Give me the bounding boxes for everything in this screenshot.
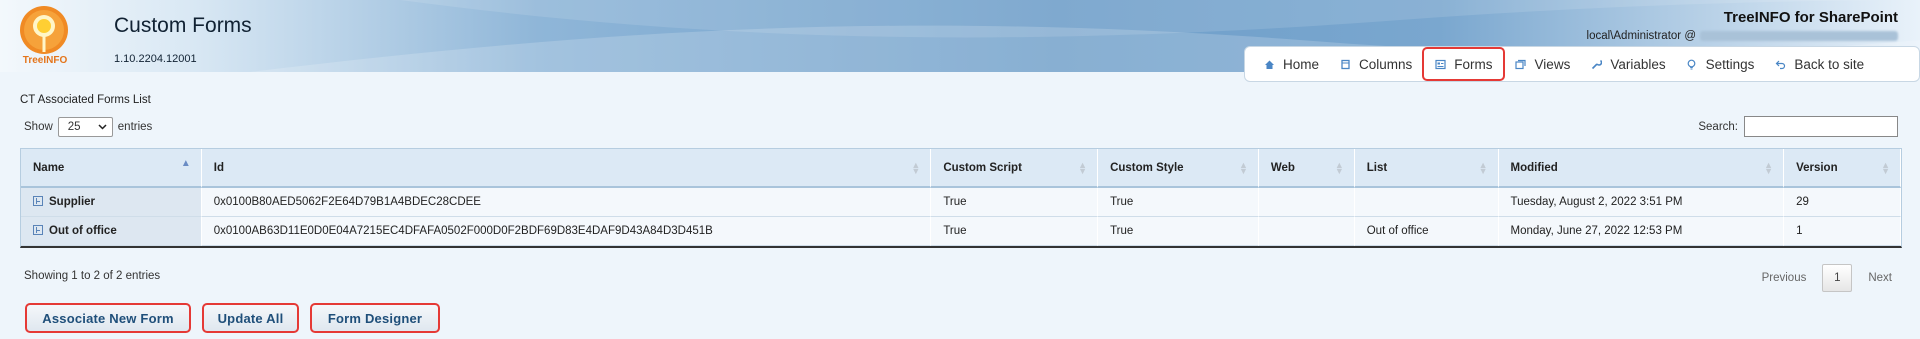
nav-variables[interactable]: Variables (1580, 48, 1675, 80)
column-header-web[interactable]: Web ▲ ▼ (1258, 149, 1355, 188)
nav-views[interactable]: Views (1505, 48, 1581, 80)
top-nav: Home Columns Forms Views Variables Setti… (1244, 46, 1920, 82)
sort-icon: ▲ ▼ (1764, 160, 1774, 176)
user-name: local\Administrator @ (1586, 30, 1696, 42)
forms-icon (1434, 58, 1446, 70)
column-header-custom-style[interactable]: Custom Style ▲ ▼ (1098, 149, 1259, 188)
list-title: CT Associated Forms List (20, 94, 151, 106)
cell-custom-script: True (931, 188, 1099, 217)
nav-label: Forms (1454, 56, 1493, 72)
expand-icon[interactable] (33, 225, 43, 235)
cell-name[interactable]: Supplier (21, 188, 202, 217)
sort-icon: ▲ ▼ (911, 160, 921, 176)
column-header-modified[interactable]: Modified ▲ ▼ (1498, 149, 1785, 188)
nav-settings[interactable]: Settings (1676, 48, 1765, 80)
column-header-id[interactable]: Id ▲ ▼ (201, 149, 932, 188)
cell-version: 1 (1784, 217, 1901, 246)
cell-version: 29 (1784, 188, 1901, 217)
cell-id: 0x0100AB63D11E0D0E04A7215EC4DFAFA0502F00… (201, 217, 932, 246)
previous-button[interactable]: Previous (1756, 272, 1813, 284)
chevron-down-icon (98, 121, 107, 133)
sort-icon: ▲ ▼ (1881, 160, 1890, 176)
sort-icon: ▲ ▼ (1478, 160, 1488, 176)
columns-icon (1339, 58, 1351, 70)
sort-icon: ▲ ▼ (1334, 160, 1344, 176)
table-info: Showing 1 to 2 of 2 entries (24, 270, 161, 282)
product-name: TreeINFO for SharePoint (1723, 9, 1898, 26)
current-user: local\Administrator @ (1587, 30, 1898, 42)
cell-modified: Monday, June 27, 2022 12:53 PM (1498, 217, 1785, 246)
sort-icon: ▲ ▼ (1078, 160, 1088, 176)
entries-select[interactable]: 25 (57, 117, 113, 137)
nav-label: Back to site (1794, 56, 1865, 72)
nav-back-to-site[interactable]: Back to site (1764, 48, 1874, 80)
entries-label: entries (117, 121, 153, 133)
cell-id: 0x0100B80AED5062F2E64D79B1A4BDEC28CDEE (201, 188, 932, 217)
forms-table: Name ▲ Id ▲ ▼ Custom Script ▲ ▼ Custom Style ▲… (20, 148, 1902, 248)
cell-name[interactable]: Out of office (21, 217, 202, 246)
search-control: Search: (1698, 116, 1898, 137)
table-row[interactable]: Out of office 0x0100AB63D11E0D0E04A7215E… (21, 217, 1901, 246)
table-row[interactable]: Supplier 0x0100B80AED5062F2E64D79B1A4BDE… (21, 188, 1901, 217)
table-header-row: Name ▲ Id ▲ ▼ Custom Script ▲ ▼ Custom Style ▲… (21, 149, 1901, 188)
search-input[interactable] (1744, 116, 1898, 137)
nav-columns[interactable]: Columns (1329, 48, 1422, 80)
redacted-site-url (1700, 31, 1898, 41)
show-label: Show (24, 121, 53, 133)
associate-new-form-button[interactable]: Associate New Form (25, 303, 191, 333)
expand-icon[interactable] (33, 196, 43, 206)
page-title: Custom Forms (114, 14, 252, 37)
column-header-list[interactable]: List ▲ ▼ (1354, 149, 1499, 188)
search-label: Search: (1698, 120, 1738, 133)
home-icon (1263, 58, 1275, 70)
nav-label: Variables (1610, 56, 1666, 72)
column-header-version[interactable]: Version ▲ ▼ (1784, 149, 1901, 188)
nav-forms[interactable]: Forms (1422, 47, 1505, 81)
variables-icon (1590, 58, 1602, 70)
update-all-button[interactable]: Update All (202, 303, 299, 333)
cell-modified: Tuesday, August 2, 2022 3:51 PM (1498, 188, 1785, 217)
app-version: 1.10.2204.12001 (114, 53, 197, 65)
logo-text: TreeINFO (22, 55, 68, 66)
cell-custom-style: True (1098, 217, 1259, 246)
column-header-name[interactable]: Name ▲ (21, 149, 202, 188)
app-root: TreeINFO Custom Forms 1.10.2204.12001 Tr… (0, 0, 1920, 339)
cell-custom-script: True (931, 217, 1099, 246)
cell-web (1258, 188, 1355, 217)
cell-web (1258, 217, 1355, 246)
nav-label: Home (1283, 56, 1320, 72)
entries-value: 25 (67, 121, 81, 133)
cell-custom-style: True (1098, 188, 1259, 217)
page-length-control: Show 25 entries (24, 117, 152, 137)
form-designer-button[interactable]: Form Designer (310, 303, 440, 333)
nav-home[interactable]: Home (1253, 48, 1329, 80)
nav-label: Views (1534, 56, 1571, 72)
views-icon (1515, 58, 1527, 70)
page-button[interactable]: 1 (1822, 264, 1853, 292)
cell-list (1354, 188, 1499, 217)
sort-ascending-icon: ▲ (180, 158, 191, 169)
nav-label: Settings (1705, 56, 1755, 72)
column-header-custom-script[interactable]: Custom Script ▲ ▼ (931, 149, 1099, 188)
pagination: Previous 1 Next (1756, 264, 1898, 292)
sort-icon: ▲ ▼ (1238, 160, 1248, 176)
nav-label: Columns (1359, 56, 1413, 72)
back-icon (1774, 58, 1786, 70)
next-button[interactable]: Next (1862, 272, 1898, 284)
cell-list: Out of office (1354, 217, 1499, 246)
settings-icon (1686, 58, 1698, 70)
